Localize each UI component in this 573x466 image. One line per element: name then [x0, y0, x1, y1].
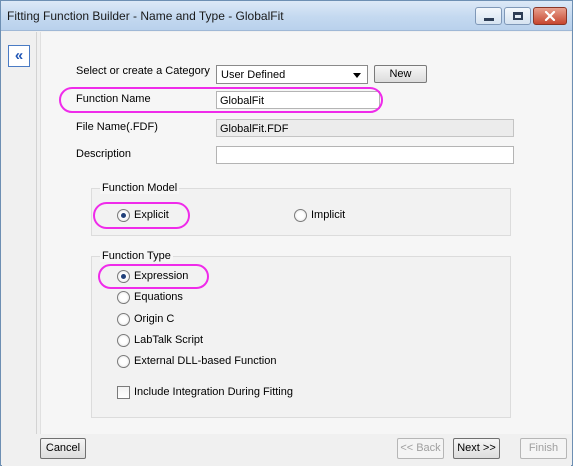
- file-name-value: GlobalFit.FDF: [220, 123, 289, 135]
- maximize-icon: [512, 12, 523, 20]
- finish-button[interactable]: Finish: [520, 438, 567, 459]
- next-button[interactable]: Next >>: [453, 438, 500, 459]
- function-model-title: Function Model: [100, 182, 180, 194]
- external-dll-radio[interactable]: [117, 355, 130, 368]
- title-bar: Fitting Function Builder - Name and Type…: [1, 1, 572, 31]
- maximize-button[interactable]: [504, 7, 531, 25]
- implicit-radio[interactable]: [294, 209, 307, 222]
- name-and-type-panel: Select or create a Category User Defined…: [40, 32, 571, 434]
- explicit-highlight: [93, 202, 190, 229]
- cancel-button[interactable]: Cancel: [40, 438, 86, 459]
- category-label: Select or create a Category: [76, 65, 210, 77]
- equations-label[interactable]: Equations: [134, 291, 183, 303]
- description-label: Description: [76, 148, 132, 160]
- file-name-field: GlobalFit.FDF: [216, 119, 514, 137]
- description-input[interactable]: [216, 146, 514, 164]
- include-integration-label[interactable]: Include Integration During Fitting: [134, 386, 293, 398]
- chevron-down-icon: [353, 73, 361, 78]
- minimize-button[interactable]: [475, 7, 502, 25]
- back-button[interactable]: << Back: [397, 438, 444, 459]
- function-type-title: Function Type: [100, 250, 173, 262]
- include-integration-checkbox[interactable]: [117, 386, 130, 399]
- origin-c-radio[interactable]: [117, 313, 130, 326]
- equations-radio[interactable]: [117, 291, 130, 304]
- origin-c-label[interactable]: Origin C: [134, 313, 174, 325]
- minimize-icon: [483, 17, 494, 21]
- side-divider: [36, 32, 37, 434]
- double-chevron-left-icon[interactable]: «: [8, 45, 30, 67]
- dialog-content: « Select or create a Category User Defin…: [2, 32, 571, 434]
- fitting-function-builder-window: Fitting Function Builder - Name and Type…: [0, 0, 573, 466]
- category-dropdown[interactable]: User Defined: [216, 65, 368, 84]
- dialog-footer: Cancel << Back Next >> Finish: [2, 434, 571, 466]
- new-category-button[interactable]: New: [374, 65, 427, 83]
- external-dll-label[interactable]: External DLL-based Function: [134, 355, 276, 367]
- close-button[interactable]: [533, 7, 567, 25]
- file-name-label: File Name(.FDF): [76, 121, 158, 133]
- expression-highlight: [98, 264, 209, 289]
- labtalk-script-label[interactable]: LabTalk Script: [134, 334, 203, 346]
- labtalk-script-radio[interactable]: [117, 334, 130, 347]
- implicit-label[interactable]: Implicit: [311, 209, 345, 221]
- window-title: Fitting Function Builder - Name and Type…: [7, 9, 284, 23]
- category-value: User Defined: [221, 69, 286, 81]
- function-name-highlight: [59, 87, 383, 113]
- close-icon: [544, 11, 556, 21]
